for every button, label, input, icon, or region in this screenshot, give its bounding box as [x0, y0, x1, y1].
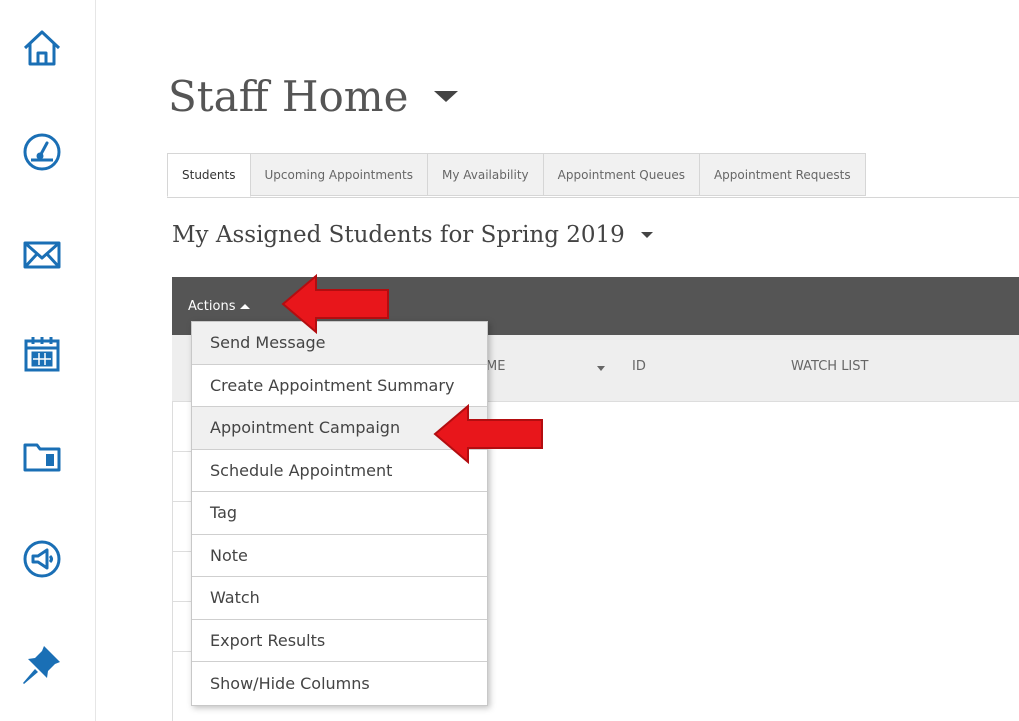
pin-icon[interactable]: [14, 636, 70, 692]
menu-item-note[interactable]: Note: [192, 534, 487, 577]
page-title: Staff Home: [168, 72, 459, 121]
tab-upcoming-appointments[interactable]: Upcoming Appointments: [250, 153, 428, 196]
table-row: [173, 551, 193, 552]
tab-my-availability[interactable]: My Availability: [427, 153, 544, 196]
table-row: [173, 651, 193, 652]
home-icon[interactable]: [14, 20, 70, 76]
annotation-arrow-icon: [281, 273, 389, 335]
column-watch-list-header[interactable]: WATCH LIST: [791, 359, 868, 374]
tab-appointment-requests[interactable]: Appointment Requests: [699, 153, 866, 196]
calendar-icon[interactable]: [14, 326, 70, 382]
menu-item-watch[interactable]: Watch: [192, 577, 487, 620]
column-id-header[interactable]: ID: [632, 359, 646, 374]
table-row: [173, 501, 193, 502]
column-name-header[interactable]: ME: [486, 359, 505, 374]
menu-item-tag[interactable]: Tag: [192, 492, 487, 535]
actions-dropdown-menu: Send Message Create Appointment Summary …: [191, 321, 488, 706]
mail-icon[interactable]: [14, 227, 70, 283]
menu-item-export-results[interactable]: Export Results: [192, 619, 487, 662]
menu-item-create-appointment-summary[interactable]: Create Appointment Summary: [192, 364, 487, 407]
page-title-text: Staff Home: [168, 72, 409, 121]
section-title: My Assigned Students for Spring 2019: [172, 222, 653, 248]
dashboard-icon[interactable]: [14, 124, 70, 180]
section-title-text: My Assigned Students for Spring 2019: [172, 222, 625, 248]
term-dropdown-caret[interactable]: [640, 232, 653, 238]
tab-appointment-queues[interactable]: Appointment Queues: [543, 153, 700, 196]
title-dropdown-caret[interactable]: [434, 91, 459, 102]
megaphone-icon[interactable]: [14, 531, 70, 587]
actions-button-label: Actions: [188, 299, 236, 314]
tab-bar: Students Upcoming Appointments My Availa…: [167, 153, 1019, 198]
caret-up-icon: [239, 304, 250, 309]
folder-icon[interactable]: [14, 428, 70, 484]
annotation-arrow-icon: [433, 403, 543, 465]
menu-item-show-hide-columns[interactable]: Show/Hide Columns: [192, 662, 487, 705]
tab-students[interactable]: Students: [167, 153, 251, 197]
actions-button[interactable]: Actions: [188, 299, 250, 314]
left-nav: [0, 0, 96, 721]
sort-caret-icon[interactable]: [597, 366, 605, 371]
table-row: [173, 601, 193, 602]
table-row: [173, 451, 193, 452]
table-body: [172, 401, 193, 721]
